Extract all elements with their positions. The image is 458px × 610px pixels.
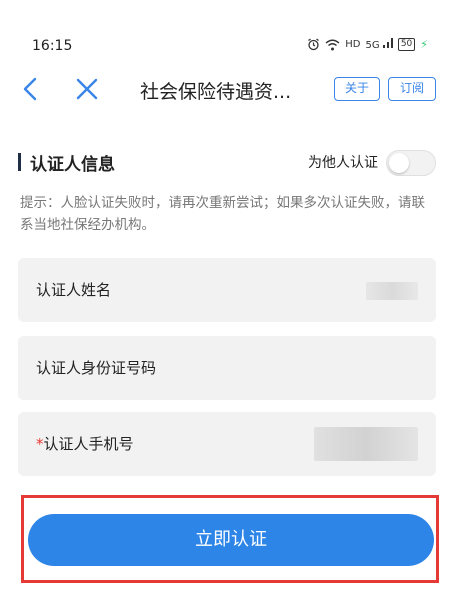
required-mark: * [36,435,44,453]
status-icons: HD 5G 50 ⚡ [307,38,428,51]
subscribe-button[interactable]: 订阅 [388,77,436,101]
id-number-field-label: 认证人身份证号码 [36,359,157,377]
hint-text: 提示：人脸认证失败时，请再次重新尝试；如果多次认证失败，请联系当地社保经办机构。 [20,195,425,233]
status-time: 16:15 [32,38,73,54]
certify-for-others-toggle[interactable] [386,150,436,176]
toggle-label: 为他人认证 [308,155,378,171]
section-header: 认证人信息 为他人认证 [18,148,438,178]
back-icon[interactable] [18,76,44,102]
section-title: 认证人信息 [30,155,115,175]
signal-text: 5G [365,40,380,51]
page-title: 社会保险待遇资... [140,81,292,103]
hd-icon: HD [345,39,361,50]
alarm-icon [308,38,320,51]
name-field-label: 认证人姓名 [36,281,112,299]
toggle-knob [389,153,409,173]
phone-field-label-wrap: *认证人手机号 [36,433,134,454]
wifi-icon [325,39,340,50]
section-marker [18,153,21,171]
charging-icon: ⚡ [420,38,428,51]
id-number-field-value [358,360,418,378]
close-icon[interactable] [74,76,100,102]
about-button[interactable]: 关于 [334,77,380,101]
verify-now-button[interactable]: 立即认证 [28,514,434,566]
phone-field[interactable]: *认证人手机号 [18,412,436,476]
battery-icon: 50 [397,38,416,51]
signal-icon: 5G [366,38,393,51]
status-bar: 16:15 HD 5G 50 ⚡ [0,0,458,60]
nav-bar: 社会保险待遇资... 关于 订阅 [0,66,458,112]
phone-field-label: 认证人手机号 [43,435,134,453]
id-number-field[interactable]: 认证人身份证号码 [18,336,436,400]
name-field[interactable]: 认证人姓名 [18,258,436,322]
phone-field-value-redacted [314,427,418,461]
name-field-value-redacted [366,282,418,300]
